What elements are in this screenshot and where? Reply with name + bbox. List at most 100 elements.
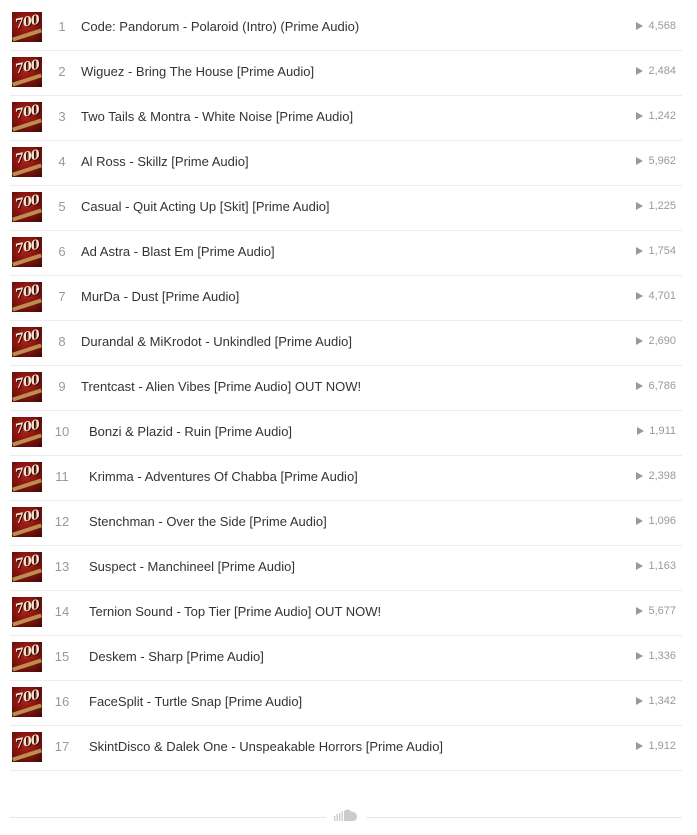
play-icon bbox=[636, 517, 644, 525]
track-number: 4 bbox=[58, 154, 66, 169]
play-count: 1,096 bbox=[636, 515, 676, 527]
track-number: 10 bbox=[54, 424, 70, 439]
track-list: 700 1 Code: Pandorum - Polaroid (Intro) (P… bbox=[10, 6, 682, 771]
play-icon bbox=[636, 562, 644, 570]
track-title[interactable]: FaceSplit - Turtle Snap [Prime Audio] bbox=[89, 694, 302, 709]
play-icon bbox=[636, 742, 644, 750]
play-icon bbox=[636, 22, 644, 30]
track-row[interactable]: 700 2 Wiguez - Bring The House [Prime Audi… bbox=[10, 51, 682, 96]
track-row[interactable]: 700 3 Two Tails & Montra - White Noise [Pr… bbox=[10, 96, 682, 141]
track-title[interactable]: Ad Astra - Blast Em [Prime Audio] bbox=[81, 244, 275, 259]
play-icon bbox=[636, 112, 644, 120]
play-icon bbox=[636, 652, 644, 660]
track-title[interactable]: Durandal & MiKrodot - Unkindled [Prime A… bbox=[81, 334, 352, 349]
track-title[interactable]: Wiguez - Bring The House [Prime Audio] bbox=[81, 64, 314, 79]
track-number: 16 bbox=[54, 694, 70, 709]
track-artwork[interactable]: 700 bbox=[12, 282, 42, 312]
play-count-value: 1,342 bbox=[648, 695, 676, 707]
track-number: 2 bbox=[58, 64, 66, 79]
track-row[interactable]: 700 11 Krimma - Adventures Of Chabba [Prim… bbox=[10, 456, 682, 501]
track-artwork[interactable]: 700 bbox=[12, 462, 42, 492]
track-artwork[interactable]: 700 bbox=[12, 552, 42, 582]
play-icon bbox=[636, 67, 644, 75]
track-title[interactable]: Al Ross - Skillz [Prime Audio] bbox=[81, 154, 249, 169]
track-artwork[interactable]: 700 bbox=[12, 372, 42, 402]
play-count: 1,754 bbox=[636, 245, 676, 257]
track-artwork[interactable]: 700 bbox=[12, 732, 42, 762]
track-title[interactable]: Casual - Quit Acting Up [Skit] [Prime Au… bbox=[81, 199, 330, 214]
track-row[interactable]: 700 8 Durandal & MiKrodot - Unkindled [Pri… bbox=[10, 321, 682, 366]
track-row[interactable]: 700 14 Ternion Sound - Top Tier [Prime Aud… bbox=[10, 591, 682, 636]
track-artwork[interactable]: 700 bbox=[12, 147, 42, 177]
play-count: 5,677 bbox=[636, 605, 676, 617]
play-count: 1,336 bbox=[636, 650, 676, 662]
track-artwork[interactable]: 700 bbox=[12, 597, 42, 627]
track-row[interactable]: 700 10 Bonzi & Plazid - Ruin [Prime Audio]… bbox=[10, 411, 682, 456]
footer-divider-left bbox=[10, 817, 326, 818]
track-number: 15 bbox=[54, 649, 70, 664]
play-count-value: 1,225 bbox=[648, 200, 676, 212]
footer-divider-right bbox=[366, 817, 682, 818]
track-artwork[interactable]: 700 bbox=[12, 507, 42, 537]
play-count-value: 2,398 bbox=[648, 470, 676, 482]
track-artwork[interactable]: 700 bbox=[12, 12, 42, 42]
track-number: 12 bbox=[54, 514, 70, 529]
play-count-value: 1,911 bbox=[649, 425, 676, 437]
track-number: 14 bbox=[54, 604, 70, 619]
track-title[interactable]: Code: Pandorum - Polaroid (Intro) (Prime… bbox=[81, 19, 359, 34]
play-count-value: 6,786 bbox=[648, 380, 676, 392]
track-row[interactable]: 700 13 Suspect - Manchineel [Prime Audio] 1… bbox=[10, 546, 682, 591]
track-row[interactable]: 700 17 SkintDisco & Dalek One - Unspeakabl… bbox=[10, 726, 682, 771]
track-number: 7 bbox=[58, 289, 66, 304]
play-count-value: 5,962 bbox=[648, 155, 676, 167]
track-title[interactable]: Deskem - Sharp [Prime Audio] bbox=[89, 649, 264, 664]
track-title[interactable]: Two Tails & Montra - White Noise [Prime … bbox=[81, 109, 353, 124]
track-number: 6 bbox=[58, 244, 66, 259]
play-icon bbox=[636, 472, 644, 480]
play-icon bbox=[636, 292, 644, 300]
play-count: 2,398 bbox=[636, 470, 676, 482]
play-icon bbox=[636, 607, 644, 615]
track-title[interactable]: Krimma - Adventures Of Chabba [Prime Aud… bbox=[89, 469, 358, 484]
play-count: 1,911 bbox=[637, 425, 676, 437]
track-title[interactable]: Suspect - Manchineel [Prime Audio] bbox=[89, 559, 295, 574]
play-count-value: 4,701 bbox=[648, 290, 676, 302]
play-count: 1,225 bbox=[636, 200, 676, 212]
track-number: 11 bbox=[55, 469, 69, 484]
track-row[interactable]: 700 9 Trentcast - Alien Vibes [Prime Audio… bbox=[10, 366, 682, 411]
play-count: 2,690 bbox=[636, 335, 676, 347]
footer bbox=[10, 808, 682, 828]
play-count-value: 1,336 bbox=[648, 650, 676, 662]
play-icon bbox=[636, 247, 644, 255]
play-icon bbox=[636, 337, 644, 345]
track-title[interactable]: MurDa - Dust [Prime Audio] bbox=[81, 289, 239, 304]
play-count-value: 1,912 bbox=[648, 740, 676, 752]
track-artwork[interactable]: 700 bbox=[12, 327, 42, 357]
track-artwork[interactable]: 700 bbox=[12, 417, 42, 447]
play-count-value: 1,163 bbox=[648, 560, 676, 572]
track-artwork[interactable]: 700 bbox=[12, 237, 42, 267]
track-row[interactable]: 700 1 Code: Pandorum - Polaroid (Intro) (P… bbox=[10, 6, 682, 51]
track-row[interactable]: 700 16 FaceSplit - Turtle Snap [Prime Audi… bbox=[10, 681, 682, 726]
track-title[interactable]: Stenchman - Over the Side [Prime Audio] bbox=[89, 514, 327, 529]
track-row[interactable]: 700 5 Casual - Quit Acting Up [Skit] [Prim… bbox=[10, 186, 682, 231]
track-title[interactable]: Bonzi & Plazid - Ruin [Prime Audio] bbox=[89, 424, 292, 439]
track-title[interactable]: SkintDisco & Dalek One - Unspeakable Hor… bbox=[89, 739, 443, 754]
track-artwork[interactable]: 700 bbox=[12, 57, 42, 87]
track-number: 1 bbox=[58, 19, 66, 34]
play-count-value: 4,568 bbox=[648, 20, 676, 32]
play-count: 1,912 bbox=[636, 740, 676, 752]
track-row[interactable]: 700 15 Deskem - Sharp [Prime Audio] 1,336 bbox=[10, 636, 682, 681]
track-row[interactable]: 700 7 MurDa - Dust [Prime Audio] 4,701 bbox=[10, 276, 682, 321]
track-row[interactable]: 700 12 Stenchman - Over the Side [Prime Au… bbox=[10, 501, 682, 546]
track-title[interactable]: Trentcast - Alien Vibes [Prime Audio] OU… bbox=[81, 379, 361, 394]
track-row[interactable]: 700 6 Ad Astra - Blast Em [Prime Audio] 1,7… bbox=[10, 231, 682, 276]
track-row[interactable]: 700 4 Al Ross - Skillz [Prime Audio] 5,962 bbox=[10, 141, 682, 186]
track-artwork[interactable]: 700 bbox=[12, 642, 42, 672]
track-title[interactable]: Ternion Sound - Top Tier [Prime Audio] O… bbox=[89, 604, 381, 619]
track-artwork[interactable]: 700 bbox=[12, 687, 42, 717]
track-artwork[interactable]: 700 bbox=[12, 192, 42, 222]
play-count-value: 1,754 bbox=[648, 245, 676, 257]
track-artwork[interactable]: 700 bbox=[12, 102, 42, 132]
soundcloud-icon[interactable] bbox=[333, 808, 359, 822]
